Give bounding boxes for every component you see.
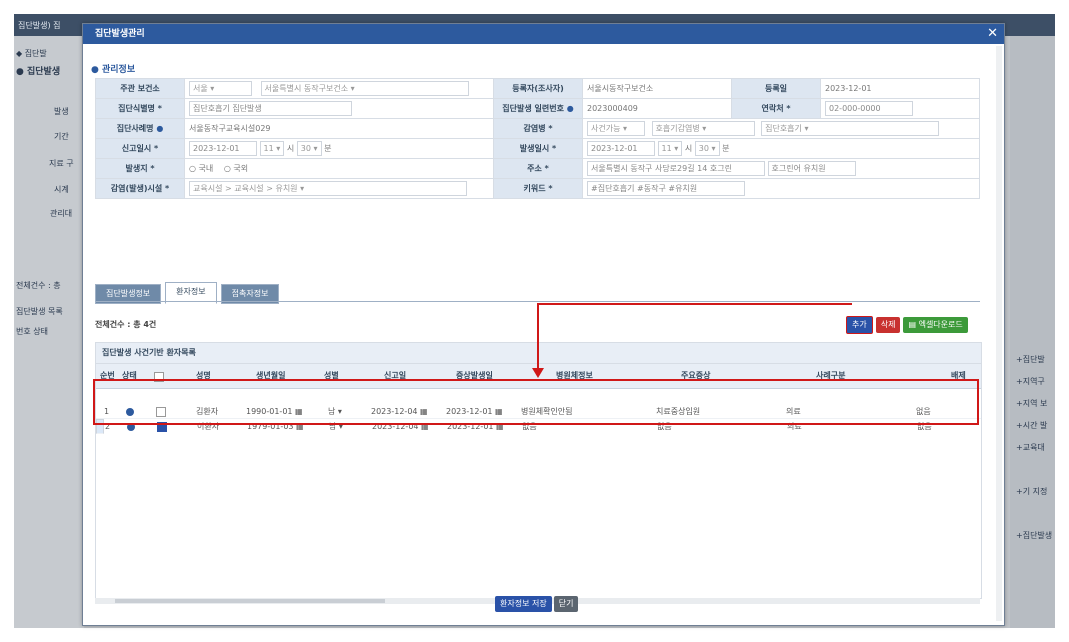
health-center-sub-value: 서울특별시 동작구보건소 bbox=[264, 84, 349, 93]
keyword-label: 키워드 * bbox=[493, 178, 583, 199]
case-no-label-text: 집단발생 일련번호 bbox=[502, 104, 564, 113]
contact-input[interactable]: 02-000-0000 bbox=[825, 101, 913, 116]
address-label: 주소 * bbox=[493, 158, 583, 179]
radio-domestic-label: 국내 bbox=[198, 164, 214, 173]
scroll-thumb[interactable] bbox=[115, 599, 385, 603]
background-text: +시간 발 bbox=[1016, 421, 1048, 430]
infection-select-2[interactable]: 호흡기감염병 ▾ bbox=[651, 121, 755, 136]
grid-toolbar: 추가 삭제 ▤ 엑셀다운로드 bbox=[843, 316, 968, 334]
infection-label: 감염병 * bbox=[493, 118, 583, 139]
case-no-label: 집단발생 일련번호 ● bbox=[493, 98, 583, 119]
infection-select-1[interactable]: 사건가능 ▾ bbox=[587, 121, 645, 136]
registrar-label: 등록자(조사자) bbox=[493, 78, 583, 99]
background-text: ◆ 집단발 bbox=[16, 49, 47, 58]
case-no-value: 2023000409 bbox=[582, 98, 732, 119]
occur-date-input[interactable]: 2023-12-01 bbox=[587, 141, 655, 156]
grid-caption: 집단발생 사건기반 환자목록 bbox=[96, 343, 981, 364]
close-icon[interactable]: ✕ bbox=[987, 26, 998, 42]
contact-label: 연락처 * bbox=[731, 98, 821, 119]
health-center-label: 주관 보건소 bbox=[95, 78, 185, 99]
report-hour-select[interactable]: 11 ▾ bbox=[259, 141, 285, 156]
address-input[interactable]: 서울특별시 동작구 사당로29길 14 호그린 bbox=[587, 161, 765, 176]
background-title: 집단발생) 집 bbox=[18, 21, 61, 30]
report-min-value: 30 bbox=[300, 144, 311, 153]
background-text: 관리대 bbox=[50, 209, 73, 218]
excel-download-label: 엑셀다운로드 bbox=[918, 320, 963, 329]
background-right-panel: +집단발 +지역구 +지역 보 +시간 발 +교육대 +기 지정 +집단발생 bbox=[1010, 36, 1055, 628]
occur-date-label: 발생일시 * bbox=[493, 138, 583, 159]
background-text: 기간 bbox=[54, 132, 69, 141]
reg-date-value: 2023-12-01 bbox=[820, 78, 980, 99]
infection-select-2-value: 호흡기감염병 bbox=[655, 124, 700, 133]
info-icon[interactable]: ● bbox=[567, 104, 574, 113]
tab-bar: 집단발생정보 환자정보 접촉자정보 bbox=[95, 282, 283, 304]
keyword-input[interactable]: #집단호흡기 #동작구 #유치원 bbox=[587, 181, 745, 196]
patient-management-dialog: 집단발생관리 ✕ ● 관리정보 주관 보건소 서울 ▾ 서울특별시 동작구보건소… bbox=[82, 23, 1005, 626]
report-date-label: 신고일시 * bbox=[95, 138, 185, 159]
registrar-value: 서울시동작구보건소 bbox=[582, 78, 732, 99]
background-text: +지역 보 bbox=[1016, 399, 1048, 408]
background-text: +집단발생 bbox=[1016, 531, 1053, 540]
background-text: 번호 상태 bbox=[16, 327, 48, 336]
health-center-select[interactable]: 서울 ▾ bbox=[189, 81, 252, 96]
facility-select[interactable]: 교육시설 > 교육시설 > 유치원 ▾ bbox=[189, 181, 467, 196]
occur-min-value: 30 bbox=[698, 144, 709, 153]
excel-icon: ▤ bbox=[908, 320, 919, 329]
excel-download-button[interactable]: ▤ 엑셀다운로드 bbox=[903, 317, 968, 333]
infection-select-1-value: 사건가능 bbox=[591, 124, 621, 133]
reg-date-label: 등록일 bbox=[731, 78, 821, 99]
case-name-input[interactable]: 집단호흡기 집단발생 bbox=[189, 101, 352, 116]
location-label: 발생지 * bbox=[95, 158, 185, 179]
case-type-label-text: 집단사례명 bbox=[116, 124, 154, 133]
total-count: 전체건수 : 총 4건 bbox=[95, 320, 157, 329]
dialog-title: 집단발생관리 bbox=[83, 24, 1004, 44]
background-text: 시계 bbox=[54, 185, 69, 194]
save-patient-button[interactable]: 환자정보 저장 bbox=[495, 596, 552, 612]
minute-unit: 분 bbox=[722, 144, 730, 153]
radio-overseas-label: 국외 bbox=[233, 164, 249, 173]
section-title: ● 관리정보 bbox=[91, 65, 136, 75]
radio-domestic[interactable]: ○ 국내 bbox=[189, 164, 213, 173]
case-name-label: 집단식별명 * bbox=[95, 98, 185, 119]
case-type-value: 서울동작구교육시설029 bbox=[184, 118, 494, 139]
facility-value: 교육시설 > 교육시설 > 유치원 bbox=[193, 184, 298, 193]
background-text: +기 지정 bbox=[1016, 487, 1048, 496]
minute-unit: 분 bbox=[324, 144, 332, 153]
occur-hour-select[interactable]: 11 ▾ bbox=[657, 141, 683, 156]
report-hour-value: 11 bbox=[263, 144, 274, 153]
background-text: 발생 bbox=[54, 107, 69, 116]
vertical-scrollbar[interactable] bbox=[996, 46, 1002, 621]
report-date-input[interactable]: 2023-12-01 bbox=[189, 141, 257, 156]
occur-hour-value: 11 bbox=[661, 144, 672, 153]
address-detail-input[interactable]: 호그린어 유치원 bbox=[767, 161, 856, 176]
health-center-value: 서울 bbox=[193, 84, 208, 93]
tab-divider bbox=[95, 301, 980, 302]
background-text: 집단발생 목록 bbox=[16, 307, 63, 316]
hour-unit: 시 bbox=[684, 144, 693, 153]
health-center-sub-select[interactable]: 서울특별시 동작구보건소 ▾ bbox=[260, 81, 469, 96]
background-text: ● 집단발생 bbox=[16, 67, 61, 77]
background-text: 지료 구 bbox=[49, 159, 74, 168]
background-text: +교육대 bbox=[1016, 443, 1045, 452]
occur-min-select[interactable]: 30 ▾ bbox=[694, 141, 720, 156]
background-text: +집단발 bbox=[1016, 355, 1045, 364]
facility-label: 감염(발생)시설 * bbox=[95, 178, 185, 199]
background-text: 전체건수 : 총 bbox=[16, 281, 61, 290]
report-min-select[interactable]: 30 ▾ bbox=[296, 141, 322, 156]
management-info-form: 주관 보건소 서울 ▾ 서울특별시 동작구보건소 ▾ 등록자(조사자) 서울시동… bbox=[95, 78, 980, 199]
highlight-box bbox=[93, 379, 979, 425]
infection-select-3-value: 집단호흡기 bbox=[765, 124, 802, 133]
radio-overseas[interactable]: ○ 국외 bbox=[224, 164, 248, 173]
close-button[interactable]: 닫기 bbox=[553, 596, 579, 612]
background-text: +지역구 bbox=[1016, 377, 1045, 386]
delete-button[interactable]: 삭제 bbox=[875, 317, 901, 333]
dialog-footer: 환자정보 저장 닫기 bbox=[495, 596, 580, 612]
add-button[interactable]: 추가 bbox=[846, 316, 873, 334]
infection-select-3[interactable]: 집단호흡기 ▾ bbox=[761, 121, 940, 136]
info-icon[interactable]: ● bbox=[156, 124, 163, 133]
background-sidebar: ◆ 집단발 ● 집단발생 발생 기간 지료 구 시계 관리대 전체건수 : 총 … bbox=[14, 36, 84, 628]
case-type-label: 집단사례명 ● bbox=[95, 118, 185, 139]
hour-unit: 시 bbox=[286, 144, 295, 153]
